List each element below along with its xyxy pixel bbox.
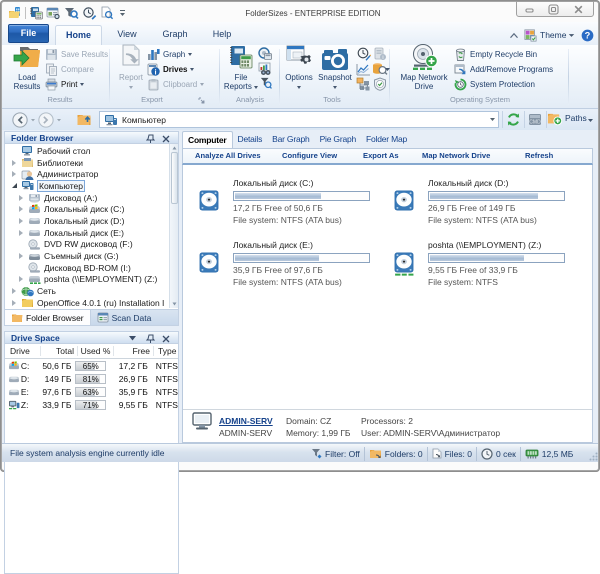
svg-text:i: i — [382, 55, 383, 61]
svg-text:?: ? — [585, 30, 591, 40]
svg-text:i: i — [154, 67, 156, 76]
svg-text:CMD: CMD — [529, 120, 541, 126]
